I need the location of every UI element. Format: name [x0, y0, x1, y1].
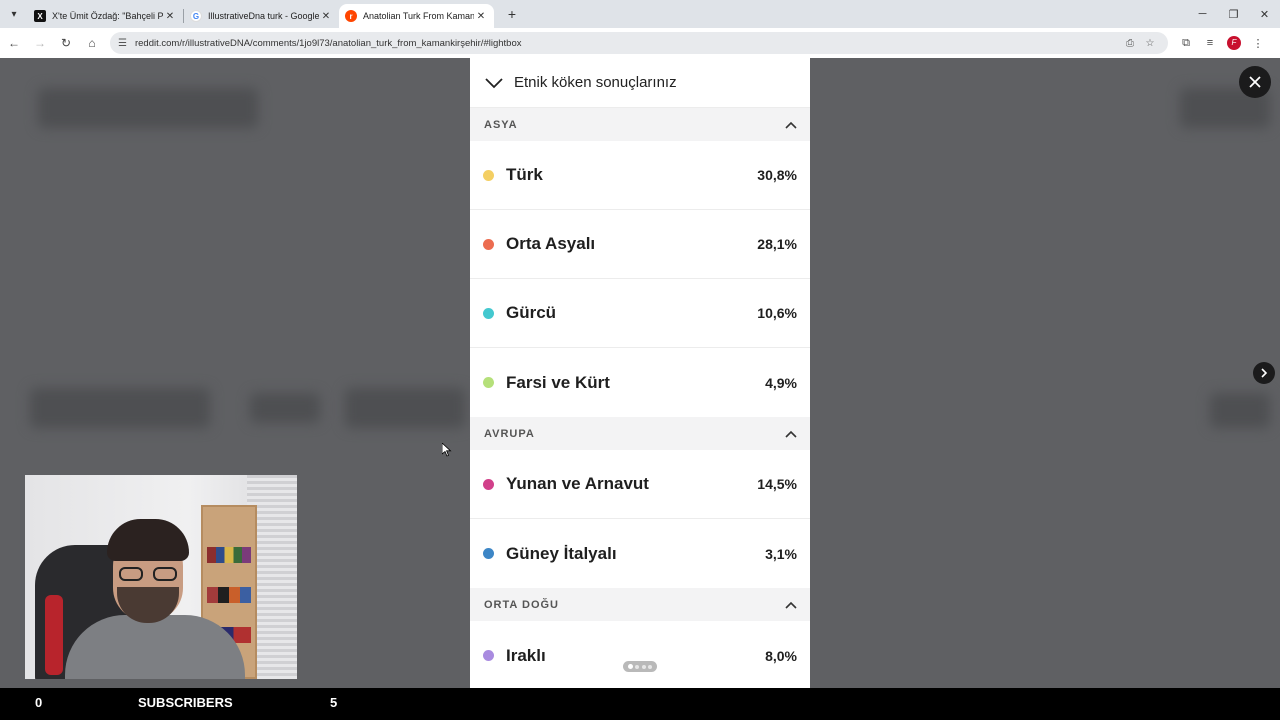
lightbox-next-button[interactable] [1253, 362, 1275, 384]
media-controls-icon[interactable]: ≡ [1198, 37, 1222, 49]
ethnicity-row: Farsi ve Kürt 4,9% [470, 348, 810, 417]
address-bar[interactable]: ☰ reddit.com/r/illustrativeDNA/comments/… [110, 32, 1168, 54]
color-dot-icon [483, 238, 494, 250]
new-tab-button[interactable]: + [500, 2, 524, 26]
section-name: ASYA [484, 118, 518, 131]
tab-title: IllustrativeDna turk - Google'da [208, 11, 319, 21]
browser-menu-icon[interactable]: ⋮ [1246, 37, 1270, 50]
back-arrow-icon[interactable]: ← [2, 31, 26, 55]
ethnicity-row: Türk 30,8% [470, 141, 810, 210]
color-dot-icon [483, 377, 494, 388]
color-dot-icon [483, 548, 494, 559]
url-text[interactable]: reddit.com/r/illustrativeDNA/comments/1j… [135, 38, 1120, 49]
ethnicity-label: Türk [506, 165, 543, 184]
browser-toolbar: ← → ↻ ⌂ ☰ reddit.com/r/illustrativeDNA/c… [0, 28, 1280, 58]
subscribers-label: SUBSCRIBERS [138, 695, 233, 710]
close-icon [1249, 76, 1261, 88]
chair-accent [45, 595, 63, 675]
extensions-puzzle-icon[interactable]: ⧉ [1174, 37, 1198, 50]
color-dot-icon [483, 169, 494, 181]
ethnicity-results-panel: Etnik köken sonuçlarınız ASYA Türk 30,8%… [470, 58, 810, 688]
site-info-icon[interactable]: ☰ [118, 38, 127, 49]
pager-dot-active[interactable] [628, 664, 634, 669]
blurred-content [345, 388, 465, 428]
blurred-content [38, 88, 258, 128]
stream-subscriber-bar: 0 SUBSCRIBERS 5 [0, 688, 1280, 720]
ethnicity-row: Yunan ve Arnavut 14,5% [470, 450, 810, 519]
color-dot-icon [483, 307, 494, 319]
tab-title: X'te Ümit Özdağ: "Bahçeli PKK'y [52, 11, 163, 21]
ethnicity-row: Gürcü 10,6% [470, 279, 810, 348]
pager-dot[interactable] [641, 664, 646, 669]
results-title: Etnik köken sonuçlarınız [514, 74, 677, 91]
ethnicity-row: Orta Asyalı 28,1% [470, 210, 810, 279]
chevron-up-icon[interactable] [784, 118, 798, 132]
blurred-content [1210, 393, 1270, 428]
window-close-icon[interactable]: ✕ [1249, 0, 1280, 28]
lightbox-close-button[interactable] [1239, 66, 1271, 98]
tab-close-icon[interactable]: ✕ [163, 11, 177, 22]
color-dot-icon [483, 478, 494, 490]
tab-search-menu-button[interactable]: ▾ [0, 0, 28, 28]
chevron-right-icon [1261, 368, 1268, 378]
mouse-cursor-icon [442, 443, 452, 457]
browser-tab-2[interactable]: G IllustrativeDna turk - Google'da ✕ [184, 4, 339, 28]
person-torso [65, 615, 245, 679]
google-logo-icon: G [190, 10, 202, 22]
pager-dot[interactable] [647, 664, 652, 669]
ethnicity-label: Yunan ve Arnavut [506, 474, 649, 493]
carousel-pager[interactable] [623, 661, 657, 672]
ethnicity-row: Güney İtalyalı 3,1% [470, 519, 810, 588]
section-header-orta-dogu[interactable]: ORTA DOĞU [470, 588, 810, 621]
chevron-down-icon[interactable] [484, 73, 504, 93]
glasses-icon [119, 567, 179, 581]
browser-tab-bar: ▾ X X'te Ümit Özdağ: "Bahçeli PKK'y ✕ G … [0, 0, 1280, 28]
chevron-up-icon[interactable] [784, 427, 798, 441]
window-controls: ─ ❐ ✕ [1187, 0, 1280, 28]
profile-icon: F [1227, 36, 1241, 50]
color-dot-icon [483, 650, 494, 661]
tab-close-icon[interactable]: ✕ [474, 11, 488, 22]
ethnicity-row: Iraklı 8,0% [470, 621, 810, 688]
ethnicity-percentage: 4,9% [765, 374, 797, 391]
home-icon[interactable]: ⌂ [80, 31, 104, 55]
install-app-icon[interactable]: ⎙ [1120, 38, 1140, 49]
section-header-asya[interactable]: ASYA [470, 108, 810, 141]
blurred-content [30, 388, 210, 428]
books [207, 547, 251, 563]
profile-avatar[interactable]: F [1222, 36, 1246, 50]
ethnicity-label: Gürcü [506, 303, 557, 322]
section-header-avrupa[interactable]: AVRUPA [470, 417, 810, 450]
ethnicity-label: Farsi ve Kürt [506, 372, 610, 392]
reddit-logo-icon: r [345, 10, 357, 22]
ethnicity-percentage: 10,6% [757, 305, 797, 321]
chevron-up-icon[interactable] [784, 598, 798, 612]
subscriber-count-right: 5 [330, 695, 338, 710]
ethnicity-percentage: 28,1% [757, 236, 797, 252]
tab-close-icon[interactable]: ✕ [319, 11, 333, 22]
forward-arrow-icon[interactable]: → [28, 31, 52, 55]
webcam-overlay [25, 475, 297, 679]
books [207, 587, 251, 603]
restore-icon[interactable]: ❐ [1218, 0, 1249, 28]
ethnicity-percentage: 8,0% [765, 647, 797, 664]
browser-tab-1[interactable]: X X'te Ümit Özdağ: "Bahçeli PKK'y ✕ [28, 4, 183, 28]
minimize-icon[interactable]: ─ [1187, 0, 1218, 28]
browser-tab-3-active[interactable]: r Anatolian Turk From Kaman/Kır ✕ [339, 4, 494, 28]
results-header[interactable]: Etnik köken sonuçlarınız [470, 58, 810, 108]
ethnicity-percentage: 14,5% [757, 476, 797, 492]
x-logo-icon: X [34, 10, 46, 22]
ethnicity-label: Güney İtalyalı [506, 543, 617, 563]
blurred-content [250, 393, 320, 423]
reload-icon[interactable]: ↻ [54, 31, 78, 55]
section-name: ORTA DOĞU [484, 598, 559, 611]
ethnicity-percentage: 30,8% [757, 167, 797, 183]
pager-dot[interactable] [635, 664, 640, 669]
ethnicity-percentage: 3,1% [765, 545, 797, 562]
section-name: AVRUPA [484, 427, 535, 440]
ethnicity-label: Orta Asyalı [506, 234, 596, 253]
tab-title: Anatolian Turk From Kaman/Kır [363, 11, 474, 21]
bookmark-star-icon[interactable]: ☆ [1140, 38, 1160, 49]
subscriber-count-left: 0 [35, 695, 43, 710]
